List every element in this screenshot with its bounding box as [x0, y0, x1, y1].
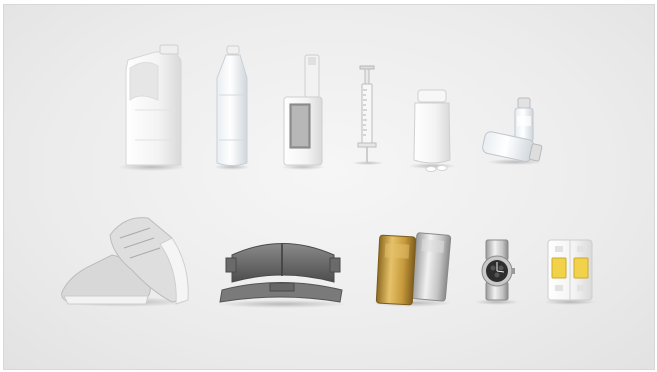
circuit-breaker	[544, 239, 596, 305]
brake-pad	[216, 243, 348, 308]
syringe	[352, 65, 384, 165]
sneakers	[61, 217, 189, 307]
vials	[482, 97, 543, 165]
jerry-can	[118, 44, 186, 171]
gold-bars	[372, 232, 452, 307]
water-bottle	[214, 45, 250, 170]
product-photo	[61, 44, 596, 308]
wristwatch	[475, 239, 519, 305]
inhaler-device	[281, 54, 325, 170]
pill-bottle	[408, 89, 456, 172]
